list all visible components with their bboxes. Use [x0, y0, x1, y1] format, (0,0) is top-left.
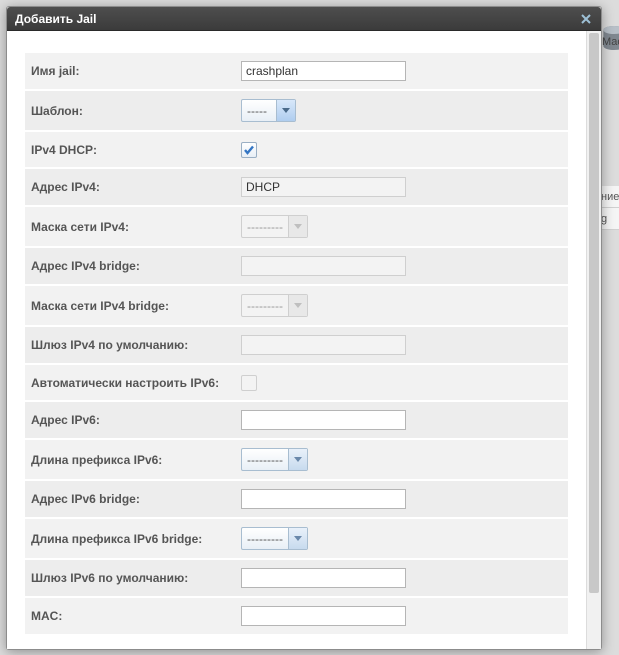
- template-select-value: -----: [242, 100, 276, 121]
- chevron-down-icon[interactable]: [288, 528, 307, 549]
- template-select[interactable]: -----: [241, 99, 296, 122]
- ipv6-auto-checkbox: [241, 375, 257, 391]
- label-ipv6-bridge-addr: Адрес IPv6 bridge:: [31, 492, 241, 506]
- dialog-body: Имя jail: Шаблон: ----- IPv4 DHC: [7, 31, 601, 649]
- row-ipv6-addr: Адрес IPv6:: [25, 402, 568, 440]
- ipv4-gateway-input: [241, 335, 406, 355]
- ipv4-bridge-mask-value: ---------: [242, 295, 288, 316]
- chevron-down-icon: [288, 295, 307, 316]
- row-ipv4-addr: Адрес IPv4:: [25, 169, 568, 207]
- label-mac: MAC:: [31, 609, 241, 623]
- ipv4-dhcp-checkbox[interactable]: [241, 142, 257, 158]
- row-ipv6-bridge-addr: Адрес IPv6 bridge:: [25, 481, 568, 519]
- chevron-down-icon[interactable]: [276, 100, 295, 121]
- ipv4-bridge-addr-input: [241, 256, 406, 276]
- ipv6-bridge-prefix-value: ---------: [242, 528, 288, 549]
- row-ipv6-gateway: Шлюз IPv6 по умолчанию:: [25, 560, 568, 598]
- row-ipv4-mask: Маска сети IPv4: ---------: [25, 207, 568, 248]
- label-ipv6-prefix: Длина префикса IPv6:: [31, 453, 241, 467]
- dialog-scrollbar[interactable]: [586, 31, 601, 649]
- ipv4-addr-input: [241, 177, 406, 197]
- bg-label: Мас: [602, 36, 619, 48]
- row-template: Шаблон: -----: [25, 91, 568, 132]
- label-ipv4-gateway: Шлюз IPv4 по умолчанию:: [31, 338, 241, 352]
- row-mac: MAC:: [25, 598, 568, 636]
- scrollbar-thumb[interactable]: [589, 33, 599, 593]
- label-ipv4-mask: Маска сети IPv4:: [31, 220, 241, 234]
- label-jail-name: Имя jail:: [31, 64, 241, 78]
- row-ipv6-bridge-prefix: Длина префикса IPv6 bridge: ---------: [25, 519, 568, 560]
- ipv6-prefix-select[interactable]: ---------: [241, 448, 308, 471]
- label-template: Шаблон:: [31, 104, 241, 118]
- ipv4-mask-select: ---------: [241, 215, 308, 238]
- jail-name-input[interactable]: [241, 61, 406, 81]
- label-ipv4-bridge-addr: Адрес IPv4 bridge:: [31, 259, 241, 273]
- ipv6-addr-input[interactable]: [241, 410, 406, 430]
- ipv6-bridge-addr-input[interactable]: [241, 489, 406, 509]
- row-ipv4-bridge-addr: Адрес IPv4 bridge:: [25, 248, 568, 286]
- row-ipv6-auto: Автоматически настроить IPv6:: [25, 365, 568, 402]
- dialog-titlebar[interactable]: Добавить Jail: [7, 7, 601, 31]
- dialog-title: Добавить Jail: [15, 12, 579, 26]
- chevron-down-icon[interactable]: [288, 449, 307, 470]
- form-area: Имя jail: Шаблон: ----- IPv4 DHC: [7, 31, 586, 649]
- row-ipv4-dhcp: IPv4 DHCP:: [25, 132, 568, 169]
- row-ipv6-prefix: Длина префикса IPv6: ---------: [25, 440, 568, 481]
- close-icon[interactable]: [579, 12, 593, 26]
- add-jail-dialog: Добавить Jail Имя jail: Шаблон: -----: [6, 6, 602, 650]
- row-jail-name: Имя jail:: [25, 53, 568, 91]
- ipv6-prefix-value: ---------: [242, 449, 288, 470]
- label-ipv4-addr: Адрес IPv4:: [31, 180, 241, 194]
- row-ipv4-gateway: Шлюз IPv4 по умолчанию:: [25, 327, 568, 365]
- label-ipv6-addr: Адрес IPv6:: [31, 413, 241, 427]
- ipv6-gateway-input[interactable]: [241, 568, 406, 588]
- label-ipv4-bridge-mask: Маска сети IPv4 bridge:: [31, 299, 241, 313]
- label-ipv6-bridge-prefix: Длина префикса IPv6 bridge:: [31, 532, 241, 546]
- ipv4-bridge-mask-select: ---------: [241, 294, 308, 317]
- ipv6-bridge-prefix-select[interactable]: ---------: [241, 527, 308, 550]
- label-ipv6-auto: Автоматически настроить IPv6:: [31, 376, 241, 390]
- chevron-down-icon: [288, 216, 307, 237]
- label-ipv6-gateway: Шлюз IPv6 по умолчанию:: [31, 571, 241, 585]
- ipv4-mask-value: ---------: [242, 216, 288, 237]
- row-ipv4-bridge-mask: Маска сети IPv4 bridge: ---------: [25, 286, 568, 327]
- label-ipv4-dhcp: IPv4 DHCP:: [31, 143, 241, 157]
- mac-input[interactable]: [241, 606, 406, 626]
